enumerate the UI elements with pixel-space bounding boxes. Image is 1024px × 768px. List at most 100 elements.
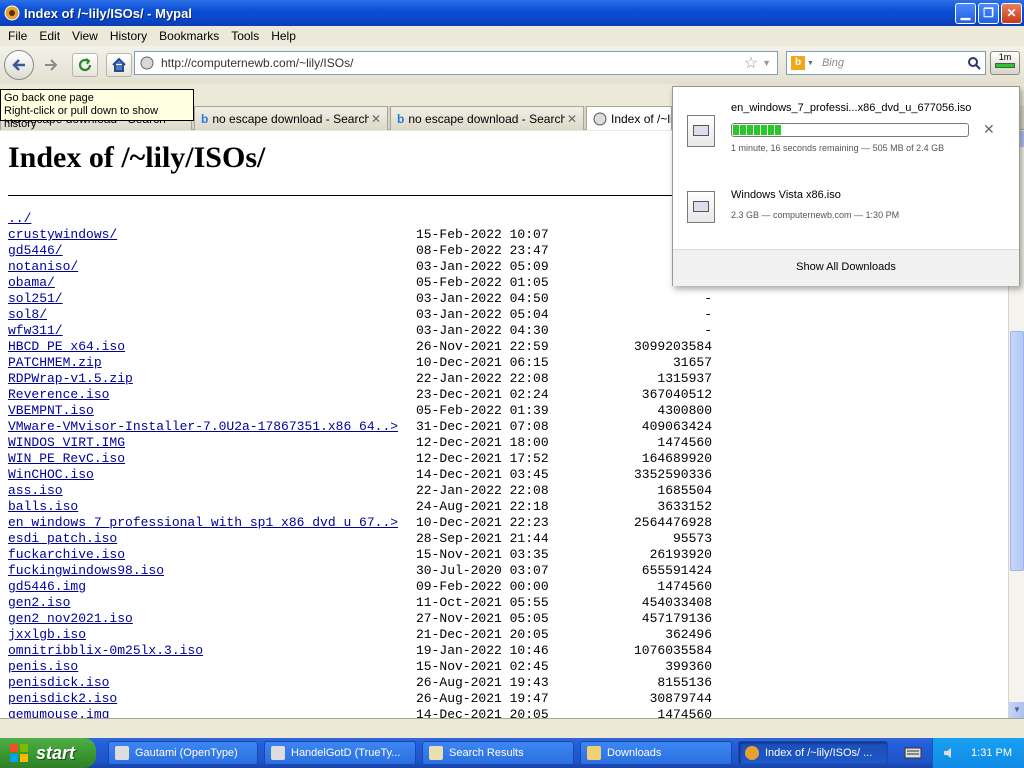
show-all-downloads-button[interactable]: Show All Downloads <box>673 250 1019 286</box>
tooltip-line-1: Go back one page <box>4 92 94 104</box>
window-titlebar: Index of /~lily/ISOs/ - Mypal ▁ ❐ ✕ <box>0 0 1024 26</box>
file-link[interactable]: WIN_PE_RevC.iso <box>8 451 125 467</box>
file-link[interactable]: penis.iso <box>8 659 78 675</box>
file-link[interactable]: en_windows_7_professional_with_sp1_x86_d… <box>8 515 398 531</box>
bookmark-star-icon[interactable]: ☆ <box>744 53 758 73</box>
taskbar-item-search-results[interactable]: Search Results <box>422 741 574 765</box>
file-link[interactable]: wfw311/ <box>8 323 63 339</box>
file-link[interactable]: jxxlgb.iso <box>8 627 86 643</box>
tab-search-2[interactable]: b no escape download - Search ✕ <box>194 106 388 130</box>
search-icon[interactable] <box>967 56 981 70</box>
tab-close-icon[interactable]: ✕ <box>369 112 383 126</box>
file-link[interactable]: ../ <box>8 211 31 227</box>
file-link[interactable]: Reverence.iso <box>8 387 109 403</box>
forward-button[interactable] <box>38 53 64 77</box>
file-link[interactable]: gen2_nov2021.iso <box>8 611 133 627</box>
file-date: 31-Dec-2021 07:08 <box>416 419 549 434</box>
folder-icon <box>587 746 601 760</box>
search-bar[interactable]: b ▼ Bing <box>786 51 986 75</box>
download-status: 1 minute, 16 seconds remaining — 505 MB … <box>731 143 945 153</box>
menu-help[interactable]: Help <box>265 29 302 43</box>
file-link[interactable]: RDPWrap-v1.5.zip <box>8 371 133 387</box>
file-link[interactable]: notaniso/ <box>8 259 78 275</box>
file-link[interactable]: balls.iso <box>8 499 78 515</box>
file-link[interactable]: omnitribblix-0m25lx.3.iso <box>8 643 203 659</box>
taskbar-item-browser[interactable]: Index of /~lily/ISOs/ ... <box>738 741 888 765</box>
menu-bookmarks[interactable]: Bookmarks <box>153 29 225 43</box>
address-bar[interactable]: http://computernewb.com/~lily/ISOs/ ☆ ▼ <box>134 51 778 75</box>
file-date: 03-Jan-2022 04:50 <box>416 291 549 306</box>
file-size: 1315937 <box>657 371 712 386</box>
menu-history[interactable]: History <box>104 29 153 43</box>
file-link[interactable]: HBCD_PE_x64.iso <box>8 339 125 355</box>
file-link[interactable]: fuckarchive.iso <box>8 547 125 563</box>
start-button[interactable]: start <box>0 738 96 768</box>
windows-flag-icon <box>10 744 28 762</box>
file-link[interactable]: VBEMPNT.iso <box>8 403 94 419</box>
file-link[interactable]: crustywindows/ <box>8 227 117 243</box>
file-link[interactable]: VMware-VMvisor-Installer-7.0U2a-17867351… <box>8 419 398 435</box>
font-file-icon <box>115 746 129 760</box>
file-link[interactable]: sol251/ <box>8 291 63 307</box>
maximize-button[interactable]: ❐ <box>978 2 999 24</box>
file-size: - <box>704 291 712 306</box>
file-link[interactable]: gen2.iso <box>8 595 70 611</box>
downloads-button[interactable]: 1m <box>990 51 1020 75</box>
menu-file[interactable]: File <box>2 29 33 43</box>
file-link[interactable]: WinCHOC.iso <box>8 467 94 483</box>
start-label: start <box>36 742 76 763</box>
home-button[interactable] <box>106 53 132 77</box>
engine-dropdown-icon[interactable]: ▼ <box>807 60 814 67</box>
tab-search-3[interactable]: b no escape download - Search ✕ <box>390 106 584 130</box>
file-date: 03-Jan-2022 05:09 <box>416 259 549 274</box>
file-link[interactable]: obama/ <box>8 275 55 291</box>
file-date: 12-Dec-2021 17:52 <box>416 451 549 466</box>
download-item-active[interactable]: en_windows_7_professi...x86_dvd_u_677056… <box>673 87 1019 167</box>
taskbar-item-downloads[interactable]: Downloads <box>580 741 732 765</box>
home-icon <box>112 57 126 72</box>
speaker-icon[interactable] <box>943 746 957 760</box>
file-link[interactable]: sol8/ <box>8 307 47 323</box>
scroll-thumb[interactable] <box>1010 331 1024 571</box>
file-date: 15-Nov-2021 02:45 <box>416 659 549 674</box>
minimize-button[interactable]: ▁ <box>955 2 976 24</box>
file-link[interactable]: PATCHMEM.zip <box>8 355 102 371</box>
file-link[interactable]: penisdick.iso <box>8 675 109 691</box>
cancel-download-icon[interactable]: ✕ <box>983 121 995 138</box>
file-link[interactable]: WINDOS_VIRT.IMG <box>8 435 125 451</box>
clock[interactable]: 1:31 PM <box>971 747 1012 759</box>
menu-tools[interactable]: Tools <box>225 29 265 43</box>
taskbar-item-label: Downloads <box>607 747 662 759</box>
close-button[interactable]: ✕ <box>1001 2 1022 24</box>
taskbar-item-handelgotd[interactable]: HandelGotD (TrueTy... <box>264 741 416 765</box>
download-item-complete[interactable]: Windows Vista x86.iso 2.3 GB — computern… <box>673 171 1019 251</box>
file-date: 22-Jan-2022 22:08 <box>416 371 549 386</box>
file-date: 28-Sep-2021 21:44 <box>416 531 549 546</box>
file-size: 2564476928 <box>633 515 712 530</box>
bing-icon[interactable]: b <box>791 56 805 70</box>
file-size: - <box>704 323 712 338</box>
file-link[interactable]: esdi_patch.iso <box>8 531 117 547</box>
file-link[interactable]: ass.iso <box>8 483 63 499</box>
keyboard-icon[interactable] <box>904 745 922 761</box>
scroll-down-icon[interactable]: ▼ <box>1009 702 1024 718</box>
file-date: 09-Feb-2022 00:00 <box>416 579 549 594</box>
file-size: 1474560 <box>657 435 712 450</box>
file-link[interactable]: fuckingwindows98.iso <box>8 563 164 579</box>
menu-edit[interactable]: Edit <box>33 29 66 43</box>
back-button[interactable] <box>4 50 34 80</box>
url-dropdown-icon[interactable]: ▼ <box>762 58 771 68</box>
tab-close-icon[interactable]: ✕ <box>565 112 579 126</box>
download-progress-fill <box>733 125 783 135</box>
search-input[interactable]: Bing <box>814 57 967 69</box>
menu-view[interactable]: View <box>66 29 104 43</box>
file-link[interactable]: gd5446/ <box>8 243 63 259</box>
reload-button[interactable] <box>72 53 98 77</box>
site-identity-icon <box>140 56 154 70</box>
taskbar-item-gautami[interactable]: Gautami (OpenType) <box>108 741 258 765</box>
tab-index-isos[interactable]: Index of /~lily/ISOs/ <box>586 106 672 130</box>
file-date: 08-Feb-2022 23:47 <box>416 243 549 258</box>
file-link[interactable]: gd5446.img <box>8 579 86 595</box>
file-link[interactable]: qemumouse.img <box>8 707 109 718</box>
file-link[interactable]: penisdick2.iso <box>8 691 117 707</box>
